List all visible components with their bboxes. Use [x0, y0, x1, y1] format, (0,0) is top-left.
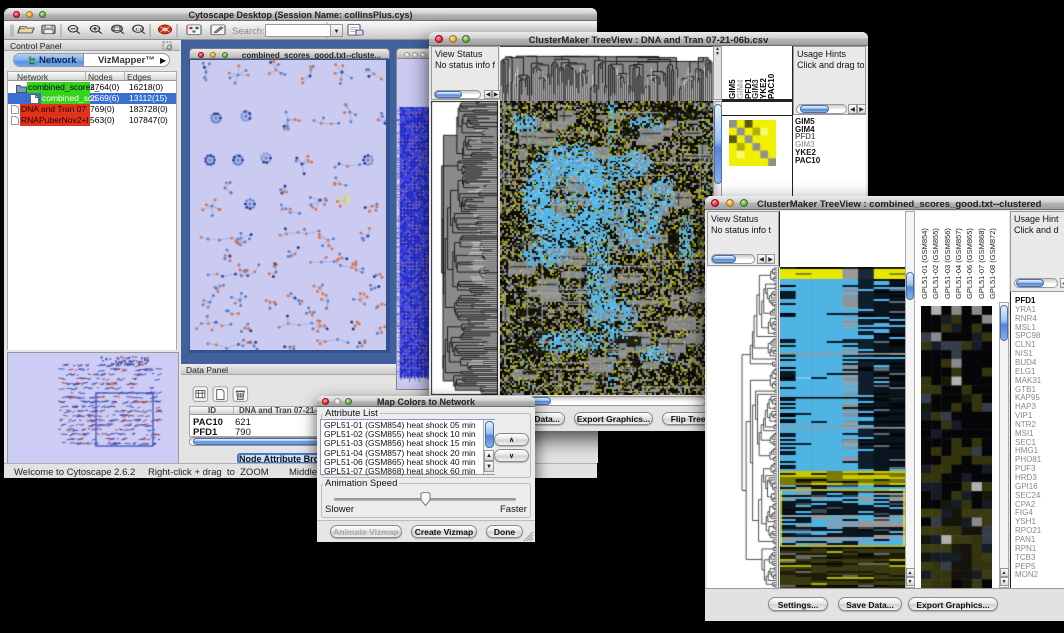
svg-text:1:1: 1:1	[135, 27, 143, 31]
